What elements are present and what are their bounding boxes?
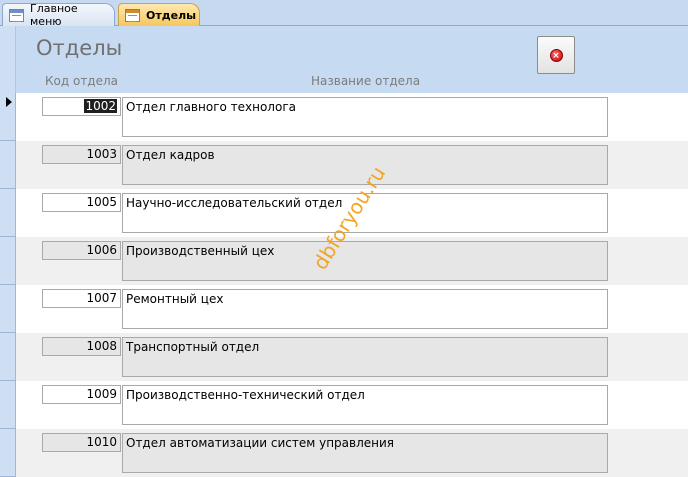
record-selector[interactable] <box>0 141 16 189</box>
tab-label: Главное меню <box>30 2 78 28</box>
current-record-arrow-icon <box>6 97 12 107</box>
name-field[interactable]: Ремонтный цех <box>122 289 608 329</box>
close-form-button[interactable]: × <box>537 36 575 74</box>
name-field[interactable]: Отдел главного технолога <box>122 97 608 137</box>
code-field[interactable]: 1006 <box>42 241 121 260</box>
record-row: 1008 Транспортный отдел <box>0 333 688 381</box>
form-header: Отделы Код отдела Название отдела × <box>0 26 688 93</box>
name-field[interactable]: Производственно-технический отдел <box>122 385 608 425</box>
name-field[interactable]: Транспортный отдел <box>122 337 608 377</box>
code-field[interactable]: 1003 <box>42 145 121 164</box>
code-field[interactable]: 1010 <box>42 433 121 452</box>
record-row: 1003 Отдел кадров <box>0 141 688 189</box>
code-value: 1002 <box>84 99 117 113</box>
record-selector[interactable] <box>0 189 16 237</box>
code-field[interactable]: 1002 <box>42 97 121 116</box>
code-field[interactable]: 1005 <box>42 193 121 212</box>
column-header-name: Название отдела <box>311 74 421 88</box>
record-selector[interactable] <box>0 93 16 141</box>
record-row: 1002 Отдел главного технолога <box>0 93 688 141</box>
code-field[interactable]: 1009 <box>42 385 121 404</box>
column-header-code: Код отдела <box>45 74 119 88</box>
record-selector[interactable] <box>0 381 16 429</box>
name-field[interactable]: Отдел автоматизации систем управления <box>122 433 608 473</box>
code-field[interactable]: 1008 <box>42 337 121 356</box>
records-list: 1002 Отдел главного технолога 1003 Отдел… <box>0 93 688 477</box>
record-row: 1007 Ремонтный цех <box>0 285 688 333</box>
form-title: Отделы <box>36 36 123 60</box>
record-selector[interactable] <box>0 285 16 333</box>
header-selector-strip <box>0 26 16 93</box>
name-field[interactable]: Производственный цех <box>122 241 608 281</box>
tab-departments[interactable]: Отделы <box>118 3 200 26</box>
form-icon <box>9 8 24 22</box>
record-row: 1009 Производственно-технический отдел <box>0 381 688 429</box>
code-field[interactable]: 1007 <box>42 289 121 308</box>
tab-label: Отделы <box>146 8 197 22</box>
close-circle-icon: × <box>549 48 563 62</box>
record-selector[interactable] <box>0 333 16 381</box>
record-selector[interactable] <box>0 237 16 285</box>
form-icon <box>125 8 140 22</box>
document-tab-bar: Главное меню Отделы <box>0 0 688 28</box>
tab-main-menu[interactable]: Главное меню <box>2 2 115 28</box>
